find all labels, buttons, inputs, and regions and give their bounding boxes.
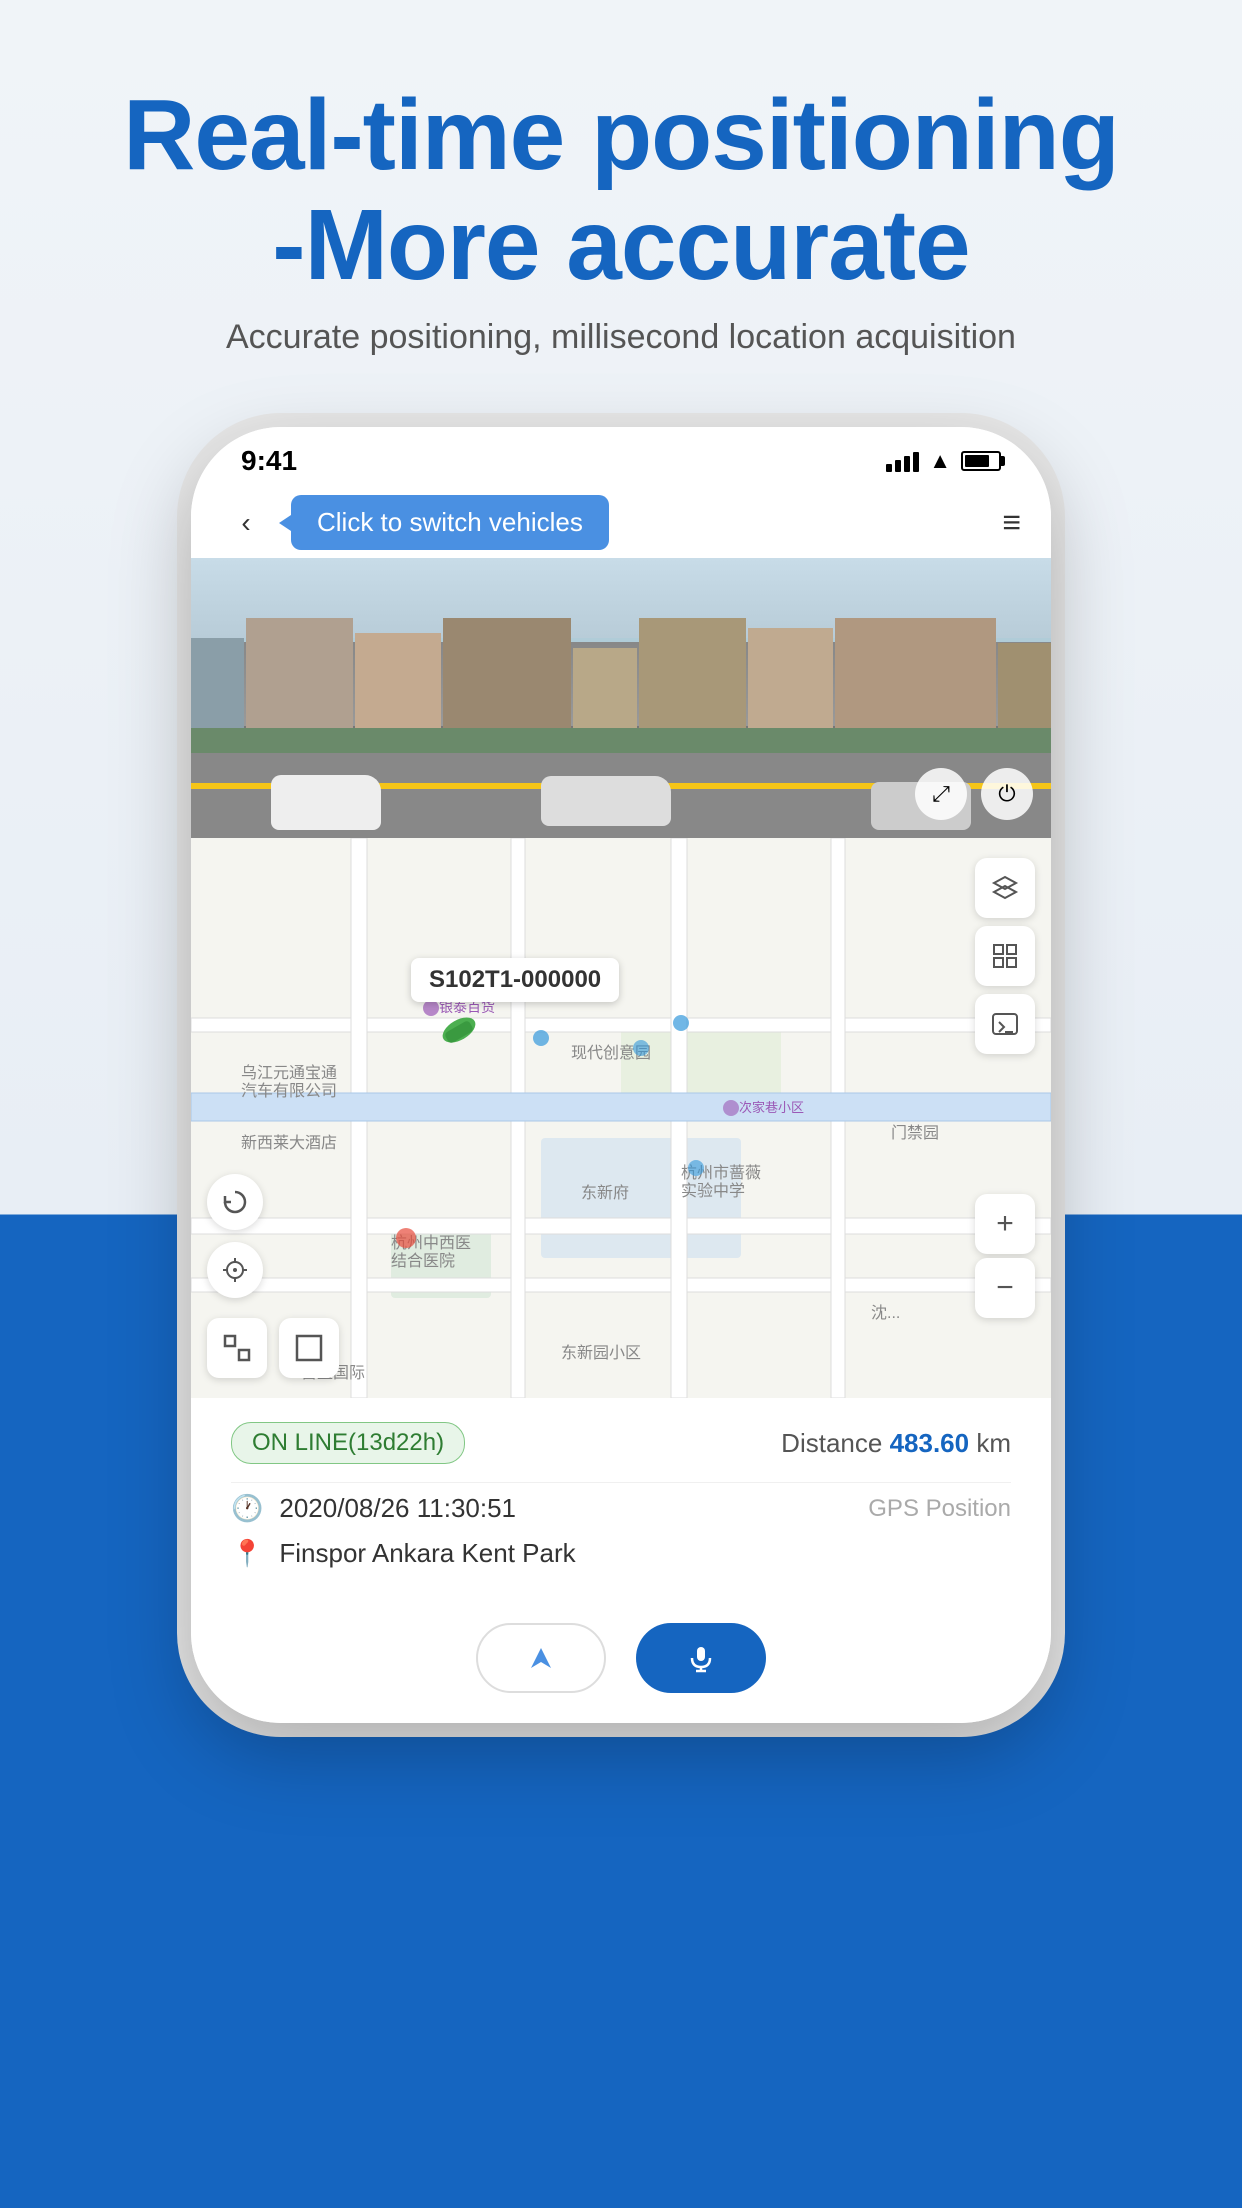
svg-text:东新府: 东新府: [581, 1184, 629, 1202]
svg-text:门禁园: 门禁园: [891, 1124, 939, 1142]
expand-button[interactable]: ⤢: [915, 768, 967, 820]
status-icons: ▲: [886, 448, 1001, 474]
headline-section: Real-time positioning -More accurate Acc…: [123, 80, 1119, 357]
menu-button[interactable]: ≡: [1002, 504, 1021, 541]
vehicle-car-icon: [439, 1016, 479, 1040]
map-roads-svg: 乌江元通宝通 汽车有限公司 新西莱大酒店 杭州中西医 结合医院 现代创意园 东新…: [191, 838, 1051, 1398]
power-button[interactable]: ⏻: [981, 768, 1033, 820]
title-line2: -More accurate: [272, 189, 969, 301]
map-frame-controls: [207, 1318, 339, 1378]
svg-text:东新园小区: 东新园小区: [561, 1344, 641, 1362]
pin-icon: 📍: [231, 1538, 263, 1569]
distance-label: Distance: [781, 1428, 882, 1458]
zoom-out-button[interactable]: −: [975, 1258, 1035, 1318]
street-view-panel: ⤢ ⏻: [191, 558, 1051, 838]
refresh-button[interactable]: [207, 1174, 263, 1230]
frame2-button[interactable]: [279, 1318, 339, 1378]
distance-info: Distance 483.60 km: [781, 1428, 1011, 1459]
back-button[interactable]: ‹: [221, 498, 271, 548]
position-type-badge: GPS Position: [868, 1495, 1011, 1523]
status-row: ON LINE(13d22h) Distance 483.60 km: [231, 1422, 1011, 1464]
svg-text:新西莱大酒店: 新西莱大酒店: [241, 1134, 337, 1152]
datetime-row: 🕐 2020/08/26 11:30:51 GPS Position: [231, 1493, 1011, 1524]
locate-button[interactable]: [207, 1242, 263, 1298]
signal-bars-icon: [886, 450, 919, 472]
car-on-road: [271, 775, 381, 830]
headline-title: Real-time positioning -More accurate: [123, 80, 1119, 300]
svg-text:实验中学: 实验中学: [681, 1182, 745, 1200]
layers-button[interactable]: [975, 858, 1035, 918]
mic-button[interactable]: [636, 1623, 766, 1693]
info-panel: ON LINE(13d22h) Distance 483.60 km 🕐 202…: [191, 1398, 1051, 1603]
headline-subtitle: Accurate positioning, millisecond locati…: [123, 318, 1119, 357]
battery-fill: [965, 455, 989, 467]
switch-vehicles-tooltip[interactable]: Click to switch vehicles: [291, 495, 609, 550]
vehicle-id-label: S102T1-000000: [411, 958, 619, 1002]
svg-text:乌江元通宝通: 乌江元通宝通: [241, 1064, 337, 1082]
map-left-controls: [207, 1174, 263, 1298]
wifi-icon: ▲: [929, 448, 951, 474]
zoom-controls: + −: [975, 1194, 1035, 1318]
frame1-button[interactable]: [207, 1318, 267, 1378]
title-line1: Real-time positioning: [123, 79, 1119, 191]
svg-text:结合医院: 结合医院: [391, 1252, 455, 1270]
navigate-button[interactable]: [476, 1623, 606, 1693]
phone-mockup: 9:41 ▲ ‹ Click to switch vehicles ≡: [191, 427, 1051, 1723]
distance-unit: km: [976, 1428, 1011, 1458]
action-buttons-bar: [191, 1603, 1051, 1723]
zoom-in-button[interactable]: +: [975, 1194, 1035, 1254]
svg-text:汽车有限公司: 汽车有限公司: [241, 1082, 337, 1100]
map-toolbar: [975, 858, 1035, 1054]
streetview-controls: ⤢ ⏻: [915, 768, 1033, 820]
location-row: 📍 Finspor Ankara Kent Park: [231, 1538, 1011, 1569]
nav-bar: ‹ Click to switch vehicles ≡: [191, 487, 1051, 558]
battery-icon: [961, 451, 1001, 471]
divider-1: [231, 1482, 1011, 1483]
location-text: Finspor Ankara Kent Park: [279, 1538, 575, 1569]
svg-text:沈...: 沈...: [871, 1304, 900, 1322]
map-container[interactable]: 乌江元通宝通 汽车有限公司 新西莱大酒店 杭州中西医 结合医院 现代创意园 东新…: [191, 838, 1051, 1398]
status-bar: 9:41 ▲: [191, 427, 1051, 487]
grid-button[interactable]: [975, 926, 1035, 986]
clock-icon: 🕐: [231, 1493, 263, 1524]
car-on-road-2: [541, 776, 671, 826]
datetime-text: 2020/08/26 11:30:51: [279, 1493, 516, 1524]
distance-value: 483.60: [890, 1428, 970, 1458]
svg-text:次家巷小区: 次家巷小区: [739, 1100, 804, 1115]
terminal-button[interactable]: [975, 994, 1035, 1054]
status-time: 9:41: [241, 445, 297, 477]
online-status-badge: ON LINE(13d22h): [231, 1422, 465, 1464]
phone-body: 9:41 ▲ ‹ Click to switch vehicles ≡: [191, 427, 1051, 1723]
